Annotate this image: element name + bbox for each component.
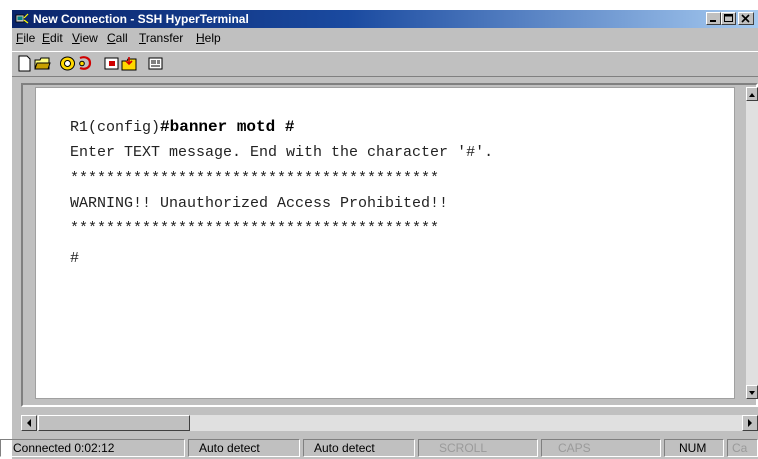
terminal-line: ****************************************… (70, 220, 440, 237)
status-terminal-detect: Auto detect (188, 439, 300, 457)
close-icon (741, 14, 750, 23)
window-title: New Connection - SSH HyperTerminal (33, 12, 249, 26)
terminal-prompt: R1(config) (70, 119, 161, 136)
menu-edit[interactable]: Edit (42, 31, 63, 46)
maximize-icon (724, 14, 733, 22)
hyperterminal-app-icon (15, 13, 29, 24)
terminal-command: #banner motd # (160, 118, 295, 136)
status-scroll-lock: SCROLL (418, 439, 538, 457)
arrow-up-icon (749, 93, 755, 97)
status-connection-time: Connected 0:02:12 (0, 439, 185, 457)
hyperterminal-window: New Connection - SSH HyperTerminal File … (0, 10, 758, 459)
properties-icon[interactable] (147, 55, 164, 72)
receive-file-icon[interactable] (121, 55, 138, 72)
arrow-right-icon (748, 419, 752, 427)
terminal-line: WARNING!! Unauthorized Access Prohibited… (70, 195, 449, 212)
terminal-line: Enter TEXT message. End with the charact… (70, 144, 494, 161)
terminal-frame: R1(config)#banner motd # Enter TEXT mess… (21, 83, 758, 407)
call-icon[interactable] (59, 55, 76, 72)
vertical-scrollbar[interactable] (746, 87, 758, 399)
title-bar[interactable]: New Connection - SSH HyperTerminal (12, 10, 758, 28)
minimize-icon (710, 20, 716, 22)
close-button[interactable] (738, 12, 754, 25)
menu-bar: File Edit View Call Transfer Help (12, 29, 758, 49)
open-folder-icon[interactable] (34, 55, 51, 72)
status-num-lock: NUM (664, 439, 724, 457)
menu-file[interactable]: File (16, 31, 35, 46)
scroll-right-button[interactable] (742, 415, 758, 431)
horizontal-scroll-thumb[interactable] (38, 415, 190, 431)
toolbar (12, 51, 758, 77)
scroll-left-button[interactable] (21, 415, 37, 431)
scroll-down-button[interactable] (746, 385, 758, 399)
new-document-icon[interactable] (16, 55, 33, 72)
maximize-button[interactable] (721, 12, 736, 25)
disconnect-icon[interactable] (77, 55, 94, 72)
menu-transfer[interactable]: Transfer (139, 31, 183, 46)
menu-call[interactable]: Call (107, 31, 128, 46)
terminal-line: ****************************************… (70, 170, 440, 187)
terminal-line-command: R1(config)#banner motd # (70, 118, 294, 137)
minimize-button[interactable] (706, 12, 721, 25)
menu-help[interactable]: Help (196, 31, 221, 46)
status-bar: Connected 0:02:12 Auto detect Auto detec… (0, 437, 758, 459)
send-file-icon[interactable] (103, 55, 120, 72)
arrow-down-icon (749, 391, 755, 395)
scroll-up-button[interactable] (746, 87, 758, 101)
status-baud-detect: Auto detect (303, 439, 415, 457)
terminal-line: # (70, 250, 80, 267)
arrow-left-icon (27, 419, 31, 427)
status-capture: Ca (727, 439, 758, 457)
horizontal-scrollbar[interactable] (21, 415, 758, 431)
status-caps-lock: CAPS (541, 439, 661, 457)
terminal-screen[interactable]: R1(config)#banner motd # Enter TEXT mess… (35, 87, 735, 399)
menu-view[interactable]: View (72, 31, 98, 46)
